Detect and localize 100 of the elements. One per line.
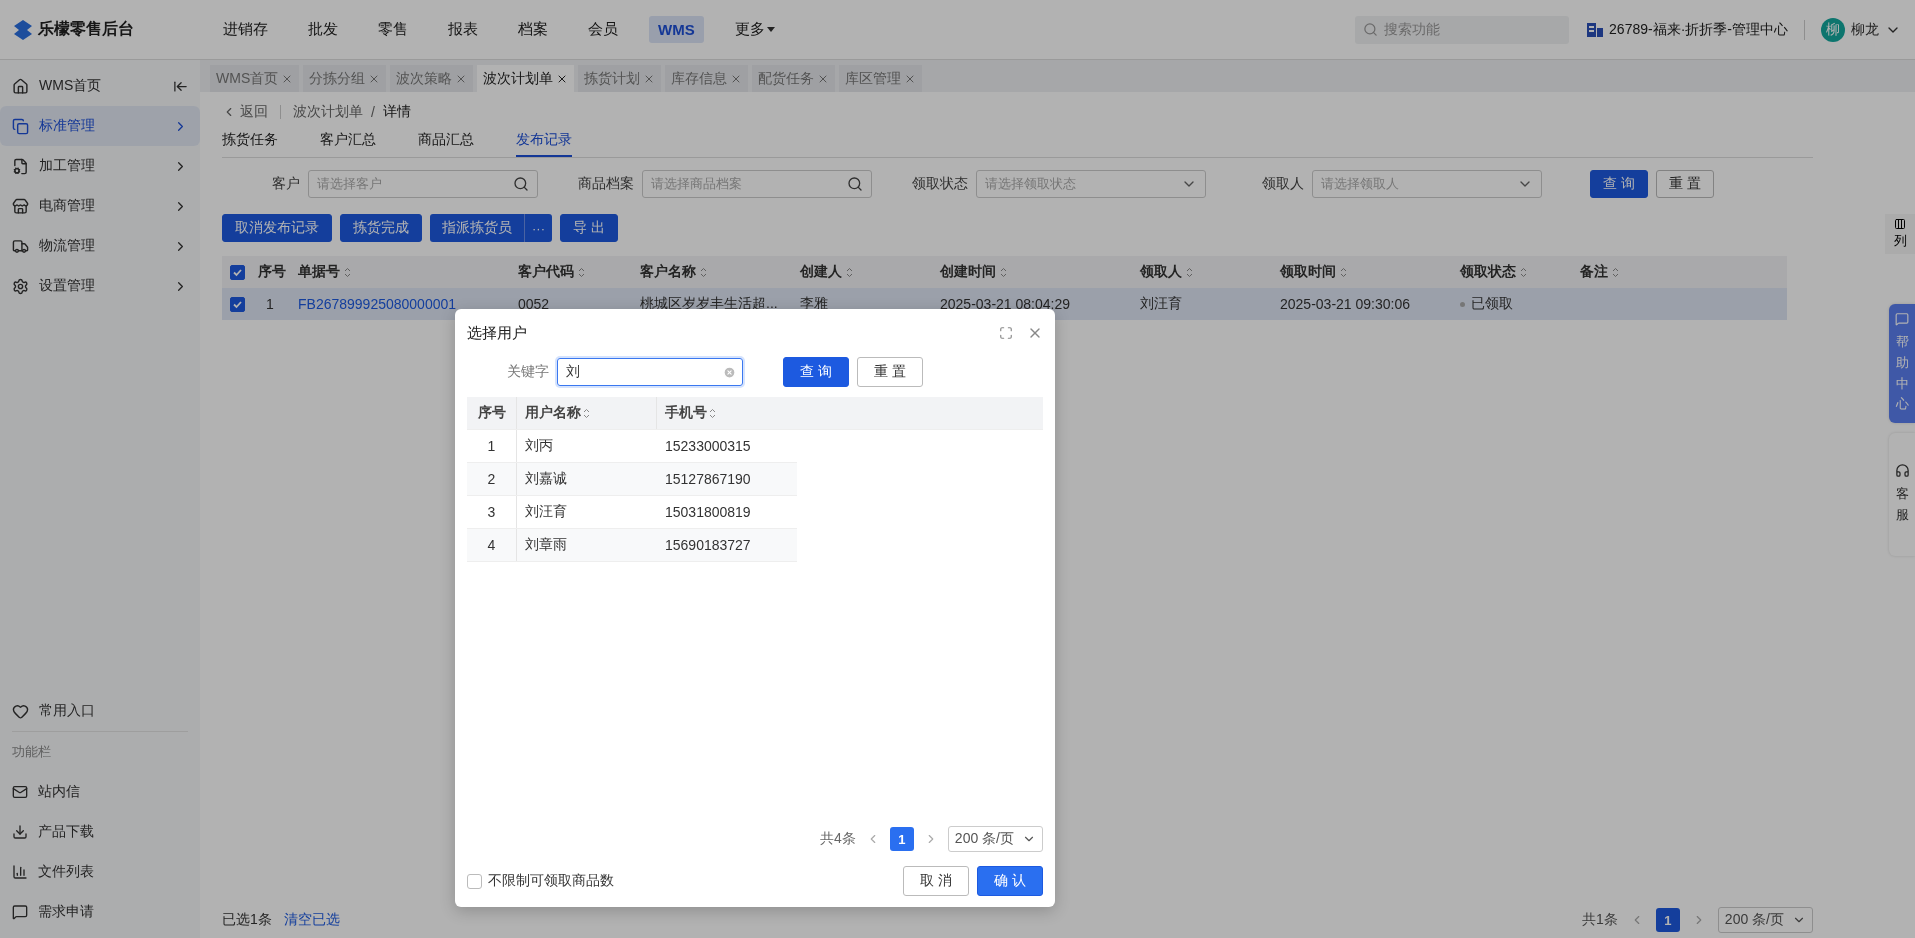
section-label: 功能栏: [11, 743, 52, 761]
column-header: 领取时间: [1272, 263, 1452, 281]
table-cell-text: 15690183727: [664, 536, 752, 555]
heart-icon: [12, 702, 29, 720]
nav-item[interactable]: 会员: [579, 15, 627, 44]
document-link[interactable]: FB267899925080000001: [290, 296, 510, 312]
reset-button[interactable]: 重 置: [1655, 170, 1714, 198]
clear-link[interactable]: 清空已选: [283, 911, 340, 929]
user-name[interactable]: 柳龙: [1851, 20, 1879, 39]
total-count: 共4条: [820, 830, 856, 848]
mail-icon: [12, 784, 28, 800]
sidebar-item[interactable]: 站内信: [0, 772, 200, 812]
sort-icon[interactable]: [700, 266, 707, 278]
column-settings-button[interactable]: 列: [1885, 214, 1915, 254]
sub-tab[interactable]: 发布记录: [516, 131, 572, 157]
download-icon: [12, 824, 28, 840]
confirm-button[interactable]: 确 认: [977, 866, 1043, 896]
truck-icon: [12, 237, 29, 255]
table-cell-text: 刘章雨: [524, 535, 568, 554]
table-cell: 4: [467, 529, 517, 561]
nav-item[interactable]: WMS: [649, 16, 704, 43]
page-size-select[interactable]: 200 条/页: [1717, 907, 1813, 933]
column-header: 创建时间: [932, 263, 1132, 281]
store-name[interactable]: 26789-福来·折折季-管理中心: [1609, 20, 1788, 39]
sort-icon[interactable]: [1000, 266, 1007, 278]
column-header: 序号: [467, 397, 517, 429]
headset-icon: [1894, 463, 1910, 479]
breadcrumb-item[interactable]: 波次计划单: [293, 103, 363, 121]
action-button[interactable]: 导 出: [560, 214, 618, 242]
query-button[interactable]: 查 询: [783, 357, 849, 387]
clear-icon[interactable]: [723, 365, 736, 379]
search-icon: [1363, 22, 1379, 37]
nav-item[interactable]: 更多: [725, 15, 784, 44]
sidebar-item[interactable]: 标准管理: [0, 106, 200, 146]
column-header: 领取状态: [1452, 263, 1572, 281]
table-cell-text: 1: [265, 296, 275, 312]
sort-icon[interactable]: [578, 266, 585, 278]
status-dot: [1460, 301, 1465, 307]
page-tab[interactable]: 库区管理: [839, 65, 923, 92]
checkbox[interactable]: [230, 264, 245, 280]
customer-service-tab[interactable]: 客服: [1889, 433, 1915, 556]
query-button[interactable]: 查 询: [1590, 170, 1648, 198]
table-cell-text: 15127867190: [664, 470, 752, 489]
sidebar-item[interactable]: 物流管理: [0, 226, 200, 266]
sidebar-item[interactable]: 常用入口: [0, 691, 200, 731]
sort-icon[interactable]: [1340, 266, 1347, 278]
page-tab[interactable]: 波次计划单: [477, 65, 575, 92]
action-button[interactable]: 拣货完成: [340, 214, 422, 242]
column-header: 创建人: [792, 263, 932, 281]
sort-icon[interactable]: [709, 407, 716, 419]
sort-icon[interactable]: [344, 266, 351, 278]
table-cell-text: 15031800819: [664, 503, 752, 522]
help-center-tab[interactable]: 帮助中心: [1889, 304, 1915, 424]
column-header: 客户代码: [510, 263, 632, 281]
fullscreen-icon[interactable]: [999, 326, 1013, 340]
action-button[interactable]: 取消发布记录: [222, 214, 332, 242]
nav-item[interactable]: 零售: [369, 15, 417, 44]
sidebar-item[interactable]: 设置管理: [0, 266, 200, 306]
building-icon: [1587, 22, 1604, 37]
assign-button[interactable]: 指派拣货员: [430, 214, 524, 242]
sidebar-item[interactable]: 文件列表: [0, 852, 200, 892]
nav-item[interactable]: 报表: [439, 15, 487, 44]
page-number[interactable]: 1: [1655, 908, 1680, 932]
sub-tab[interactable]: 客户汇总: [320, 131, 376, 157]
nav-item[interactable]: 批发: [299, 15, 347, 44]
reset-button[interactable]: 重 置: [856, 357, 923, 387]
page-number[interactable]: 1: [889, 827, 914, 851]
sort-icon[interactable]: [846, 266, 853, 278]
table-cell-text: 刘嘉诚: [524, 469, 568, 488]
sidebar-item[interactable]: 产品下载: [0, 812, 200, 852]
cancel-button[interactable]: 取 消: [903, 866, 970, 896]
page-size-select[interactable]: 200 条/页: [947, 826, 1043, 852]
page-tab[interactable]: 拣货计划: [578, 65, 662, 92]
nav-item[interactable]: 档案: [509, 15, 557, 44]
back-link[interactable]: 返回: [222, 103, 268, 121]
chat-icon: [1895, 312, 1909, 326]
filter-label: 商品档案: [578, 175, 634, 193]
sidebar-item[interactable]: 加工管理: [0, 146, 200, 186]
unlimited-checkbox[interactable]: 不限制可领取商品数: [467, 872, 904, 890]
page-tab[interactable]: 库存信息: [665, 65, 749, 92]
page-tab[interactable]: 配货任务: [752, 65, 836, 92]
page-tab[interactable]: 波次策略: [390, 65, 474, 92]
more-button[interactable]: ···: [524, 214, 552, 242]
sub-tab[interactable]: 商品汇总: [418, 131, 474, 157]
checkbox[interactable]: [230, 296, 245, 312]
sort-icon[interactable]: [1612, 266, 1619, 278]
chat-icon: [12, 904, 28, 920]
sort-icon[interactable]: [1520, 266, 1527, 278]
sub-tab[interactable]: 拣货任务: [222, 131, 278, 157]
sidebar-item[interactable]: WMS首页: [0, 66, 200, 106]
page-tab[interactable]: WMS首页: [210, 65, 300, 92]
nav-item[interactable]: 进销存: [214, 15, 277, 44]
sidebar-item[interactable]: 需求申请: [0, 892, 200, 932]
table-cell: 2: [467, 463, 517, 495]
sort-icon[interactable]: [1186, 266, 1193, 278]
sort-icon[interactable]: [583, 407, 590, 419]
sidebar-item[interactable]: 电商管理: [0, 186, 200, 226]
checkbox[interactable]: [467, 873, 482, 889]
page-tab[interactable]: 分拣分组: [303, 65, 387, 92]
keyword-field[interactable]: 刘: [557, 358, 743, 386]
